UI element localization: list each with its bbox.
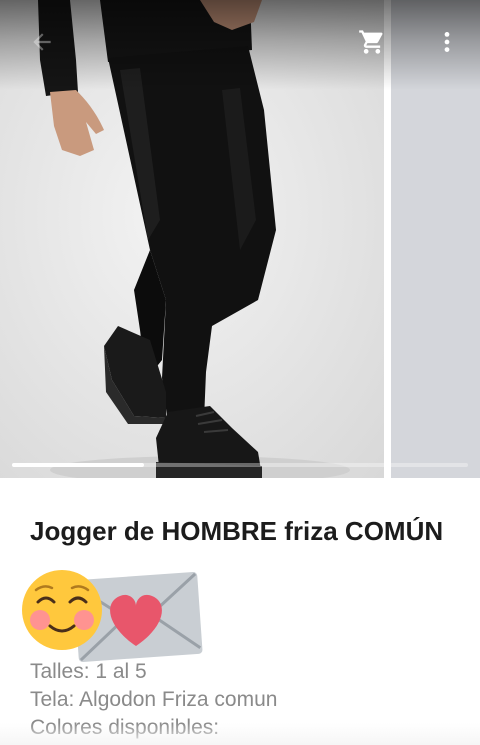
back-arrow-icon [33,33,51,51]
reaction-sticker [20,568,210,664]
back-button[interactable] [22,22,62,62]
more-vert-icon [444,32,450,52]
gallery-progress-fill [12,463,145,467]
product-image-gallery[interactable] [0,0,480,478]
product-details: Jogger de HOMBRE friza COMÚN Talles: 1 a… [0,478,480,745]
scroll-fade [0,723,480,745]
smiling-face-icon [22,570,102,650]
sizes-text: Talles: 1 al 5 [30,660,147,683]
cart-button[interactable] [352,22,392,62]
toolbar-scrim [0,0,480,90]
fabric-text: Tela: Algodon Friza comun [30,688,278,711]
product-title: Jogger de HOMBRE friza COMÚN [30,516,444,546]
gallery-progress-bar [12,463,468,467]
cart-icon [359,30,383,54]
more-options-button[interactable] [427,22,467,62]
